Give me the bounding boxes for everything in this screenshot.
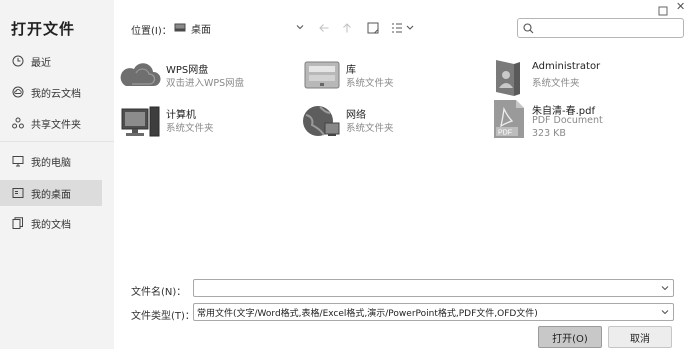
file-name: 计算机 [166,110,196,121]
location-value: 桌面 [191,24,211,36]
file-item-administrator[interactable]: Administrator 系统文件夹 [486,58,666,102]
documents-icon [12,217,24,229]
computer-icon [120,103,164,143]
sidebar-item-label: 最近 [31,57,51,69]
file-item-pdf[interactable]: PDF 朱自清-春.pdf PDF Document 323 KB [486,99,666,143]
network-icon [300,103,344,143]
cloud-icon [12,86,24,98]
close-icon[interactable]: ✕ [676,0,685,13]
location-label: 位置(I)： [131,26,172,37]
maximize-icon[interactable] [658,1,668,16]
desktop-icon [12,187,24,199]
user-folder-icon [486,58,530,98]
file-description: 系统文件夹 [166,123,214,134]
sidebar-item-my-computer[interactable]: 我的电脑 [0,148,102,174]
sidebar-item-desktop[interactable]: 我的桌面 [0,180,102,206]
sidebar-divider [0,141,114,142]
pdf-tag: PDF [498,130,512,137]
chevron-down-icon [296,22,304,35]
cloud-drive-icon [120,58,164,98]
sidebar-item-label: 我的云文档 [31,88,81,100]
file-size: 323 KB [532,128,566,139]
filetype-value: 常用文件(文字/Word格式,表格/Excel格式,演示/PowerPoint格… [197,308,538,319]
chevron-down-icon[interactable] [661,283,669,296]
up-icon[interactable] [340,19,354,37]
pdf-file-icon: PDF [486,99,530,139]
sidebar-item-label: 我的桌面 [31,189,71,201]
monitor-icon [12,155,24,167]
search-icon [523,22,534,34]
filetype-label: 文件类型(T)： [131,311,195,322]
sidebar-item-recent[interactable]: 最近 [0,48,102,74]
sidebar-item-cloud-docs[interactable]: 我的云文档 [0,79,102,105]
chevron-down-icon [661,307,669,320]
location-dropdown[interactable]: 桌面 [174,19,306,37]
cancel-button[interactable]: 取消 [608,326,672,348]
sidebar-item-label: 共享文件夹 [31,119,81,131]
file-description: 双击进入WPS网盘 [166,78,245,89]
open-button[interactable]: 打开(O) [538,326,602,348]
file-name: 库 [346,65,356,76]
sidebar-item-documents[interactable]: 我的文档 [0,210,102,236]
file-name: Administrator [532,61,601,72]
file-name: 网络 [346,110,366,121]
file-item-library[interactable]: 库 系统文件夹 [300,58,480,102]
file-description: 系统文件夹 [346,78,394,89]
file-item-wps-drive[interactable]: WPS网盘 双击进入WPS网盘 [120,58,300,102]
back-icon[interactable] [317,19,331,37]
file-item-computer[interactable]: 计算机 系统文件夹 [120,103,300,147]
sidebar-item-shared[interactable]: 共享文件夹 [0,110,102,136]
sidebar: 打开文件 最近 我的云文档 共享文件夹 我的电脑 我的桌面 我的文档 [0,0,114,349]
dialog-title: 打开文件 [11,20,76,38]
sidebar-item-label: 我的文档 [31,219,71,231]
view-mode-icon[interactable] [390,19,416,37]
share-icon [12,117,24,129]
search-input[interactable] [517,18,684,38]
file-name: WPS网盘 [166,65,209,76]
filename-field[interactable] [193,279,674,297]
file-description: 系统文件夹 [532,78,580,89]
new-folder-icon[interactable] [365,19,381,37]
file-item-network[interactable]: 网络 系统文件夹 [300,103,480,147]
filename-label: 文件名(N)： [131,287,187,298]
library-icon [300,58,344,98]
clock-icon [12,55,24,67]
file-description: PDF Document [532,115,603,126]
filetype-dropdown[interactable]: 常用文件(文字/Word格式,表格/Excel格式,演示/PowerPoint格… [193,303,674,321]
sidebar-item-label: 我的电脑 [31,157,71,169]
file-description: 系统文件夹 [346,123,394,134]
desktop-icon [174,23,186,33]
